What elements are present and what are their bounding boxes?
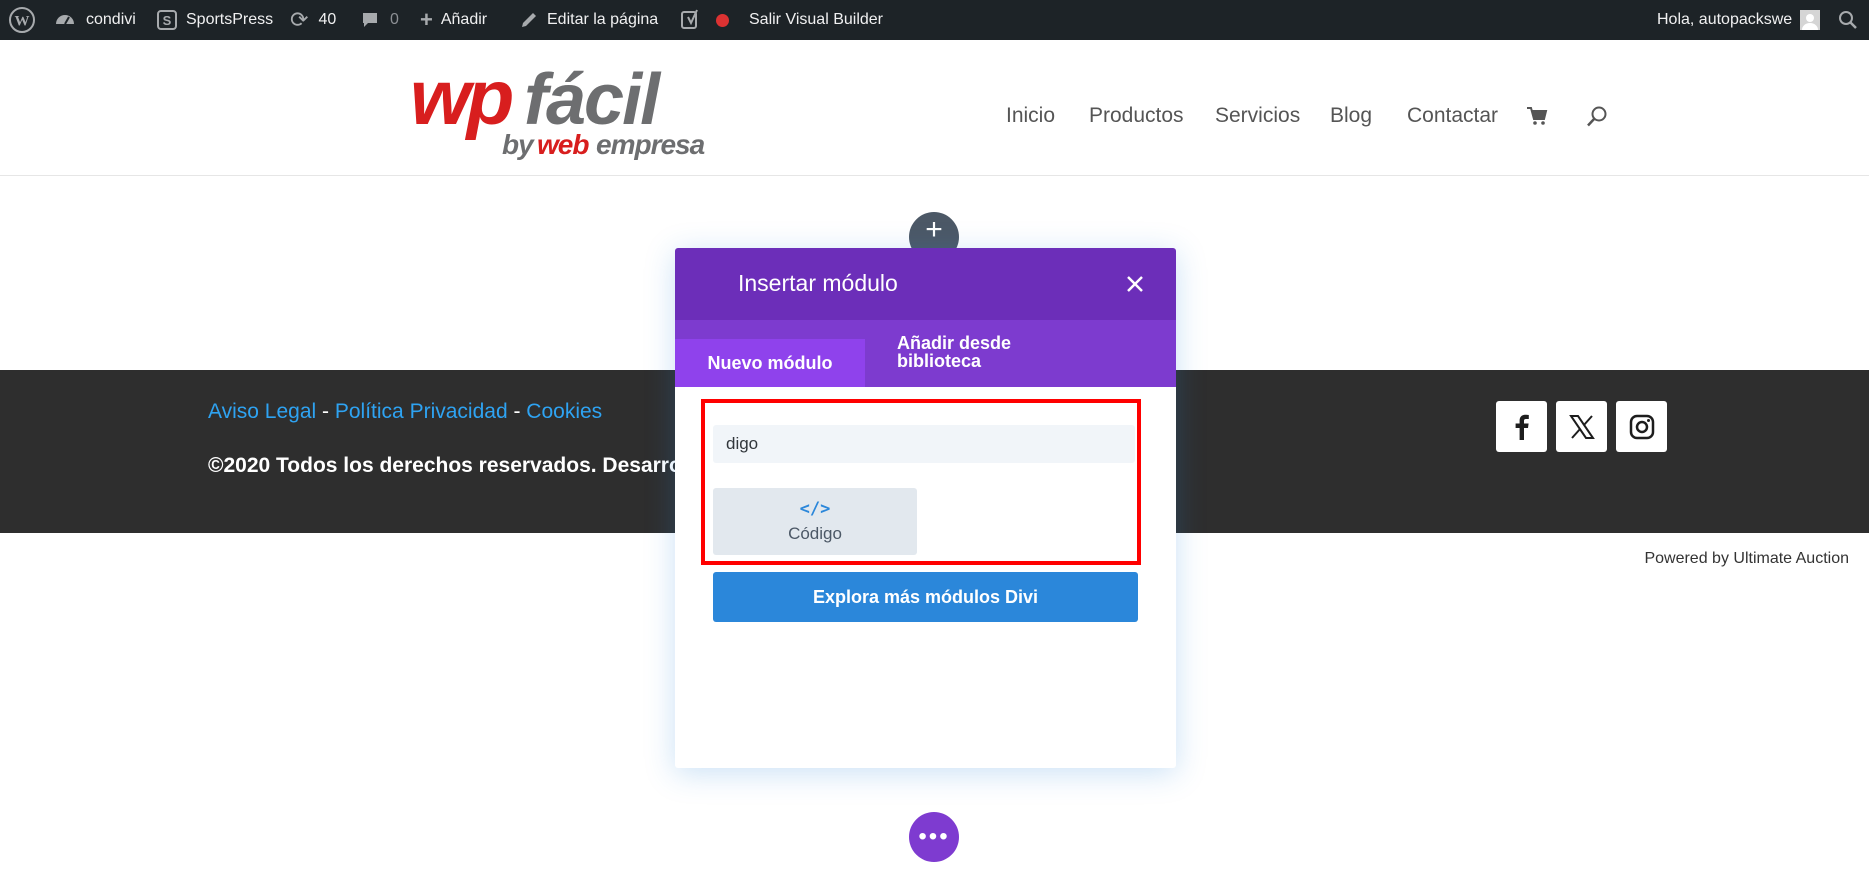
explore-divi-modules-button[interactable]: Explora más módulos Divi: [713, 572, 1138, 622]
sportspress-label: SportsPress: [186, 11, 274, 28]
aviso-legal-link[interactable]: Aviso Legal: [208, 400, 316, 423]
yoast-menu[interactable]: [680, 0, 729, 40]
module-search-input[interactable]: [713, 425, 1135, 463]
tab-add-from-library[interactable]: Añadir desde biblioteca: [897, 334, 1077, 370]
svg-text:fácil: fácil: [524, 60, 662, 140]
modal-header: Insertar módulo: [675, 248, 1176, 320]
plus-icon: +: [420, 7, 433, 32]
comment-icon: [360, 10, 380, 30]
edit-page-link[interactable]: Editar la página: [519, 0, 658, 40]
module-label: Código: [788, 523, 842, 543]
add-new-label: Añadir: [440, 11, 488, 28]
exit-builder-label: Salir Visual Builder: [749, 11, 883, 28]
pencil-icon: [519, 10, 539, 30]
copyright-text: ©2020 Todos los derechos reservados. Des…: [208, 454, 706, 477]
yoast-icon: [680, 9, 702, 31]
nav-servicios[interactable]: Servicios: [1215, 104, 1300, 128]
ellipsis-icon: •••: [918, 823, 950, 850]
nav-inicio[interactable]: Inicio: [1006, 104, 1055, 128]
footer-separator: -: [507, 400, 527, 423]
plus-icon: +: [925, 213, 943, 246]
tab-new-module-label: Nuevo módulo: [707, 353, 833, 373]
svg-text:by: by: [502, 129, 535, 160]
powered-by-text: Powered by Ultimate Auction: [1644, 550, 1849, 567]
svg-text:web: web: [537, 129, 589, 160]
greeting-label: Hola, autopackswe: [1657, 11, 1793, 28]
site-name: condivi: [86, 11, 136, 28]
admin-bar: W condivi S SportsPress ⟳ 40 0 + Añadir …: [0, 0, 1869, 40]
dashboard-icon: [54, 9, 76, 31]
privacy-policy-link[interactable]: Política Privacidad: [335, 400, 508, 423]
x-twitter-icon[interactable]: [1556, 401, 1607, 452]
site-header: wp fácil by web empresa Inicio Productos…: [0, 40, 1869, 176]
avatar: [1800, 10, 1821, 30]
sportspress-icon: S: [156, 9, 178, 31]
nav-productos[interactable]: Productos: [1089, 104, 1184, 128]
comments-menu[interactable]: 0: [360, 0, 399, 40]
svg-text:S: S: [163, 13, 172, 28]
wpfacil-logo[interactable]: wp fácil by web empresa: [406, 48, 706, 163]
modal-tabs: Nuevo módulo Añadir desde biblioteca: [675, 320, 1176, 387]
more-options-button[interactable]: •••: [909, 812, 959, 862]
code-icon: </>: [799, 498, 831, 519]
search-icon[interactable]: [1838, 0, 1858, 40]
comments-count: 0: [390, 11, 399, 28]
svg-text:W: W: [15, 14, 30, 30]
add-new-menu[interactable]: + Añadir: [420, 0, 487, 40]
facebook-icon[interactable]: [1496, 401, 1547, 452]
account-menu[interactable]: Hola, autopackswe: [1657, 0, 1821, 40]
header-search-icon[interactable]: [1586, 106, 1608, 133]
seo-status-dot: [716, 13, 729, 27]
site-menu[interactable]: condivi: [54, 0, 136, 40]
edit-page-label: Editar la página: [547, 11, 659, 28]
updates-menu[interactable]: ⟳ 40: [290, 0, 336, 40]
wordpress-logo-icon[interactable]: W: [8, 0, 36, 40]
sportspress-menu[interactable]: S SportsPress: [156, 0, 273, 40]
updates-count: 40: [318, 11, 337, 28]
footer-links: Aviso Legal - Política Privacidad - Cook…: [208, 400, 602, 424]
footer-separator: -: [316, 400, 335, 423]
nav-blog[interactable]: Blog: [1330, 104, 1372, 128]
instagram-icon[interactable]: [1616, 401, 1667, 452]
close-icon[interactable]: [1119, 268, 1151, 300]
svg-text:empresa: empresa: [596, 129, 705, 160]
modal-title: Insertar módulo: [738, 270, 898, 296]
cookies-link[interactable]: Cookies: [526, 400, 602, 423]
refresh-icon: ⟳: [290, 7, 309, 32]
cart-icon[interactable]: [1526, 106, 1548, 131]
exit-visual-builder-link[interactable]: Salir Visual Builder: [749, 0, 883, 40]
svg-text:wp: wp: [410, 53, 513, 141]
module-code-tile[interactable]: </> Código: [713, 488, 917, 555]
nav-contactar[interactable]: Contactar: [1407, 104, 1498, 128]
tab-new-module[interactable]: Nuevo módulo: [675, 339, 865, 387]
